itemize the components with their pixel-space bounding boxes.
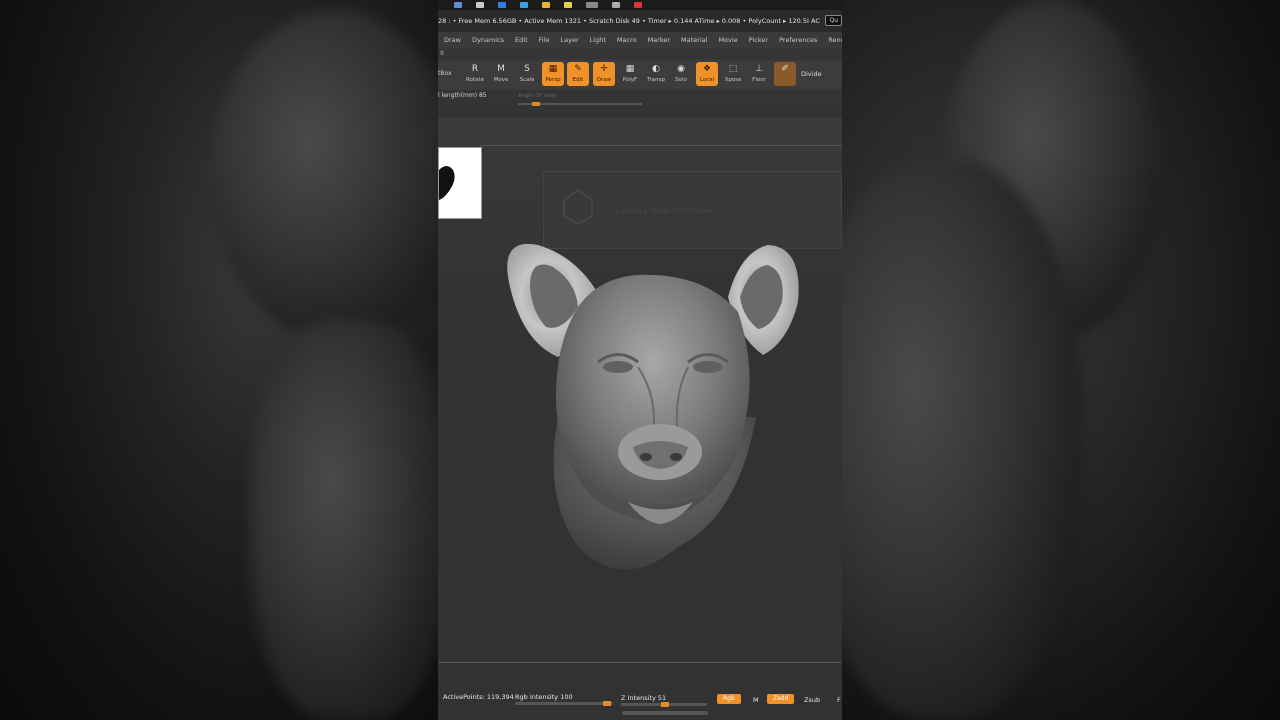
- taskbar-app-icon[interactable]: [520, 2, 528, 8]
- transp-label: Transp: [646, 77, 666, 83]
- xpose-label: Xpose: [724, 77, 742, 83]
- menu-item-file[interactable]: File: [539, 36, 550, 44]
- z-intensity-label: Z Intensity 51: [621, 694, 667, 702]
- focal-length-bar: l length(mm) 85 Angle Of View: [438, 90, 842, 106]
- floor-label: Floor: [752, 77, 766, 83]
- taskbar-app-icon[interactable]: [564, 2, 572, 8]
- edit-label: Edit: [572, 77, 584, 83]
- menu-item-movie[interactable]: Movie: [718, 36, 737, 44]
- quick-save-button[interactable]: Qu: [825, 15, 842, 26]
- scale-label: Scale: [519, 77, 535, 83]
- persp-button[interactable]: ▦ Persp: [542, 62, 564, 86]
- edit-button[interactable]: ✎ Edit: [567, 62, 589, 86]
- persp-icon: ▦: [548, 64, 558, 74]
- xpose-icon: ⬚: [728, 64, 738, 74]
- solo-label: Solo: [675, 77, 687, 83]
- polyf-label: PolyF: [622, 77, 638, 83]
- os-taskbar: [438, 0, 842, 10]
- document-canvas[interactable]: LightBox ▸ ZBrush 2023 Content: [438, 117, 842, 662]
- floor-button[interactable]: ⊥ Floor: [748, 62, 770, 86]
- draw-button[interactable]: ✛ Draw: [593, 62, 615, 86]
- draw-icon: ✛: [600, 64, 608, 74]
- lightbox-brush-button[interactable]: ✐: [774, 62, 796, 86]
- f-toggle[interactable]: F: [837, 696, 841, 704]
- transform-toolbar: tBox Divide R Rotate M Move S Scale ▦ Persp ✎ Edi…: [438, 60, 842, 90]
- menu-item-marker[interactable]: Marker: [648, 36, 670, 44]
- rotate-label: Rotate: [465, 77, 484, 83]
- rgb-intensity-slider[interactable]: [515, 701, 613, 706]
- menu-item-draw[interactable]: Draw: [444, 36, 461, 44]
- blurred-background-right: [842, 0, 1280, 720]
- solo-icon: ◉: [677, 64, 685, 74]
- zsub-toggle[interactable]: Zsub: [804, 696, 820, 704]
- focal-length-slider[interactable]: l length(mm) 85: [438, 92, 487, 99]
- taskbar-app-icon[interactable]: [498, 2, 506, 8]
- taskbar-app-icon[interactable]: [612, 2, 620, 8]
- polyf-icon: ▦: [625, 64, 635, 74]
- angle-of-view-label: Angle Of View: [518, 93, 557, 99]
- taskbar-app-icon[interactable]: [476, 2, 484, 8]
- menu-item-edit[interactable]: Edit: [515, 36, 528, 44]
- floor-icon: ⊥: [755, 64, 763, 74]
- scale-icon: S: [524, 64, 530, 74]
- menu-item-rend[interactable]: Rend: [828, 36, 842, 44]
- transp-button[interactable]: ◐ Transp: [645, 62, 667, 86]
- angle-of-view-slider[interactable]: [518, 102, 642, 106]
- move-icon: M: [497, 64, 505, 74]
- solo-button[interactable]: ◉ Solo: [670, 62, 692, 86]
- m-toggle[interactable]: M: [753, 696, 759, 704]
- transp-icon: ◐: [652, 64, 660, 74]
- rotate-button[interactable]: R Rotate: [464, 62, 486, 86]
- local-icon: ❖: [702, 64, 712, 74]
- draw-label: Draw: [596, 77, 612, 83]
- active-points-label: ActivePoints: 119,394: [443, 693, 514, 701]
- blurred-background-left: [0, 0, 438, 720]
- local-button[interactable]: ❖ Local: [696, 62, 718, 86]
- shelf-scroll-handle[interactable]: [622, 711, 708, 715]
- menu-item-picker[interactable]: Picker: [749, 36, 768, 44]
- move-label: Move: [493, 77, 509, 83]
- sub-palette-bar: 9: [438, 48, 842, 60]
- xpose-button[interactable]: ⬚ Xpose: [722, 62, 744, 86]
- rotate-icon: R: [471, 64, 479, 74]
- rgb-intensity-label: Rgb Intensity 100: [515, 693, 573, 701]
- menu-item-light[interactable]: Light: [590, 36, 606, 44]
- taskbar-app-icon[interactable]: [542, 2, 550, 8]
- scale-button[interactable]: S Scale: [516, 62, 538, 86]
- menu-item-dynamics[interactable]: Dynamics: [472, 36, 504, 44]
- sculpted-lioness-head[interactable]: [438, 117, 842, 662]
- taskbar-app-icon[interactable]: [454, 2, 462, 8]
- zadd-toggle[interactable]: Zadd: [767, 694, 795, 704]
- menu-item-macro[interactable]: Macro: [617, 36, 637, 44]
- lightbox-brush-icon: ✐: [781, 64, 789, 74]
- zbrush-window: 28 : • Free Mem 6.56GB • Active Mem 1321…: [438, 0, 842, 720]
- divide-button[interactable]: Divide: [801, 70, 822, 78]
- bottom-shelf: ActivePoints: 119,394 Rgb Intensity 100 …: [438, 662, 842, 720]
- polyf-button[interactable]: ▦ PolyF: [619, 62, 641, 86]
- menu-item-layer[interactable]: Layer: [561, 36, 579, 44]
- menu-item-preferences[interactable]: Preferences: [779, 36, 817, 44]
- memory-status-bar: 28 : • Free Mem 6.56GB • Active Mem 1321…: [438, 10, 842, 32]
- taskbar-app-icon[interactable]: [586, 2, 598, 8]
- persp-label: Persp: [545, 77, 561, 83]
- move-button[interactable]: M Move: [490, 62, 512, 86]
- z-intensity-slider[interactable]: [621, 702, 707, 707]
- status-text: 28 : • Free Mem 6.56GB • Active Mem 1321…: [438, 17, 820, 25]
- taskbar-app-icon[interactable]: [634, 2, 642, 8]
- rgb-toggle[interactable]: Rgb: [717, 694, 741, 704]
- menu-item-material[interactable]: Material: [681, 36, 707, 44]
- lightbox-button[interactable]: tBox: [438, 70, 452, 77]
- edit-icon: ✎: [574, 64, 582, 74]
- main-menu-bar: Draw Dynamics Edit File Layer Light Macro Marke…: [438, 32, 842, 48]
- local-label: Local: [699, 77, 715, 83]
